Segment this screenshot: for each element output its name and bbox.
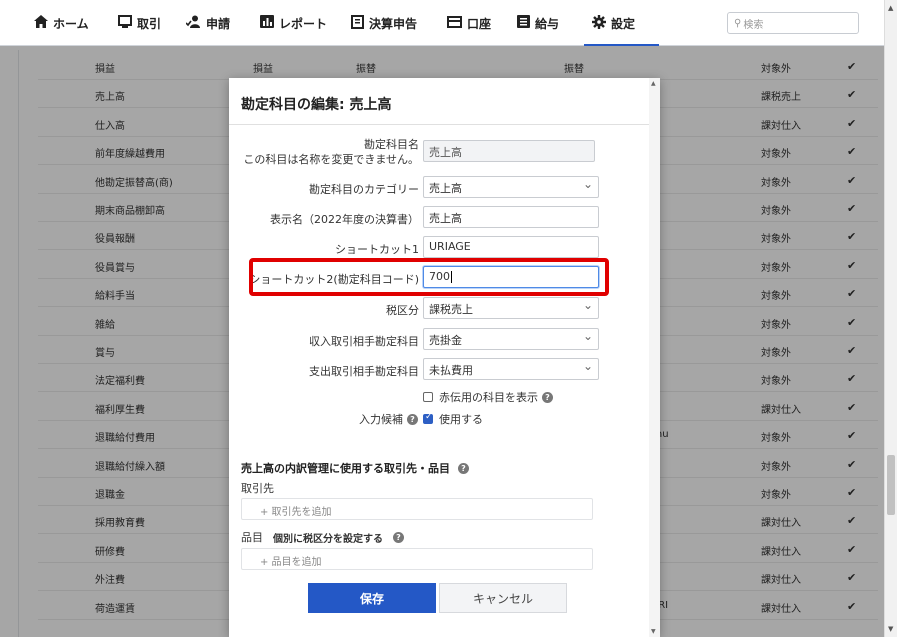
category-label: 勘定科目のカテゴリー	[309, 183, 419, 196]
document-icon	[351, 14, 364, 32]
tax-category-label: 税区分	[386, 304, 419, 317]
top-nav: ホーム 取引 申請 レポート 決算申告 口座 給与 設定 ⚲ 検索	[0, 0, 884, 46]
breakdown-section-title: 売上高の内訳管理に使用する取引先・品目 ?	[241, 460, 469, 476]
nav-requests[interactable]: 申請	[185, 0, 230, 46]
card-icon	[447, 15, 462, 31]
expense-partner-label: 支出取引相手勘定科目	[309, 365, 419, 378]
user-check-icon	[185, 15, 201, 31]
nav-settings[interactable]: 設定	[583, 0, 660, 46]
item-label-row: 品目 個別に税区分を設定する ?	[241, 529, 404, 545]
account-name-field: 売上高	[423, 140, 595, 162]
use-checkbox[interactable]	[423, 412, 433, 424]
item-tax-label: 個別に税区分を設定する	[273, 533, 383, 545]
partner-label: 取引先	[241, 482, 274, 495]
nav-home[interactable]: ホーム	[34, 0, 89, 46]
tax-category-select[interactable]: 課税売上	[423, 297, 599, 319]
page-scrollbar[interactable]: ▲ ▼	[884, 0, 897, 637]
page-scroll-thumb[interactable]	[887, 455, 895, 515]
cancel-button[interactable]: キャンセル	[439, 583, 567, 613]
nav-reports[interactable]: レポート	[260, 0, 327, 46]
shortcut1-input[interactable]: URIAGE	[423, 236, 599, 258]
scroll-up-icon[interactable]: ▲	[888, 4, 893, 12]
modal-title: 勘定科目の編集: 売上高	[241, 97, 392, 113]
display-name-label: 表示名（2022年度の決算書）	[270, 213, 419, 226]
nav-tax-filing[interactable]: 決算申告	[351, 0, 417, 46]
red-slip-checkbox[interactable]: 赤伝用の科目を表示 ?	[423, 389, 553, 405]
list-icon	[517, 15, 530, 31]
help-icon[interactable]: ?	[458, 462, 469, 474]
category-select[interactable]: 売上高	[423, 176, 599, 198]
shortcut1-label: ショートカット1	[335, 243, 419, 256]
scroll-down-icon[interactable]: ▼	[651, 628, 656, 635]
add-item-input[interactable]: + 品目を追加	[241, 548, 593, 570]
account-name-note: この科目は名称を変更できません。	[243, 153, 419, 166]
input-candidate-label: 入力候補	[359, 413, 403, 426]
edit-account-modal: 勘定科目の編集: 売上高 勘定科目名 この科目は名称を変更できません。 売上高 …	[229, 78, 660, 637]
scroll-up-icon[interactable]: ▲	[651, 80, 656, 87]
help-icon[interactable]: ?	[407, 413, 418, 425]
scroll-down-icon[interactable]: ▼	[888, 625, 893, 633]
home-icon	[34, 15, 48, 31]
highlight-annotation	[249, 258, 609, 296]
display-name-input[interactable]: 売上高	[423, 206, 599, 228]
use-label: 使用する	[439, 413, 483, 426]
search-icon: ⚲	[734, 17, 742, 29]
save-button[interactable]: 保存	[308, 583, 436, 613]
help-icon[interactable]: ?	[393, 531, 404, 543]
nav-payroll[interactable]: 給与	[517, 0, 559, 46]
help-icon[interactable]: ?	[542, 391, 553, 403]
expense-partner-select[interactable]: 未払費用	[423, 358, 599, 380]
income-partner-label: 収入取引相手勘定科目	[309, 335, 419, 348]
nav-transactions[interactable]: 取引	[118, 0, 161, 46]
modal-scrollbar[interactable]: ▲ ▼	[649, 78, 660, 637]
income-partner-select[interactable]: 売掛金	[423, 328, 599, 350]
monitor-icon	[118, 15, 132, 31]
red-slip-box[interactable]	[423, 392, 433, 402]
gear-icon	[592, 14, 606, 32]
add-partner-input[interactable]: + 取引先を追加	[241, 498, 593, 520]
account-name-label: 勘定科目名	[364, 138, 419, 151]
modal-divider	[229, 124, 649, 125]
bar-chart-icon	[260, 15, 274, 31]
search-input[interactable]: ⚲ 検索	[727, 12, 859, 34]
nav-accounts[interactable]: 口座	[447, 0, 491, 46]
input-candidate-row: 入力候補 ? 使用する	[359, 411, 483, 427]
